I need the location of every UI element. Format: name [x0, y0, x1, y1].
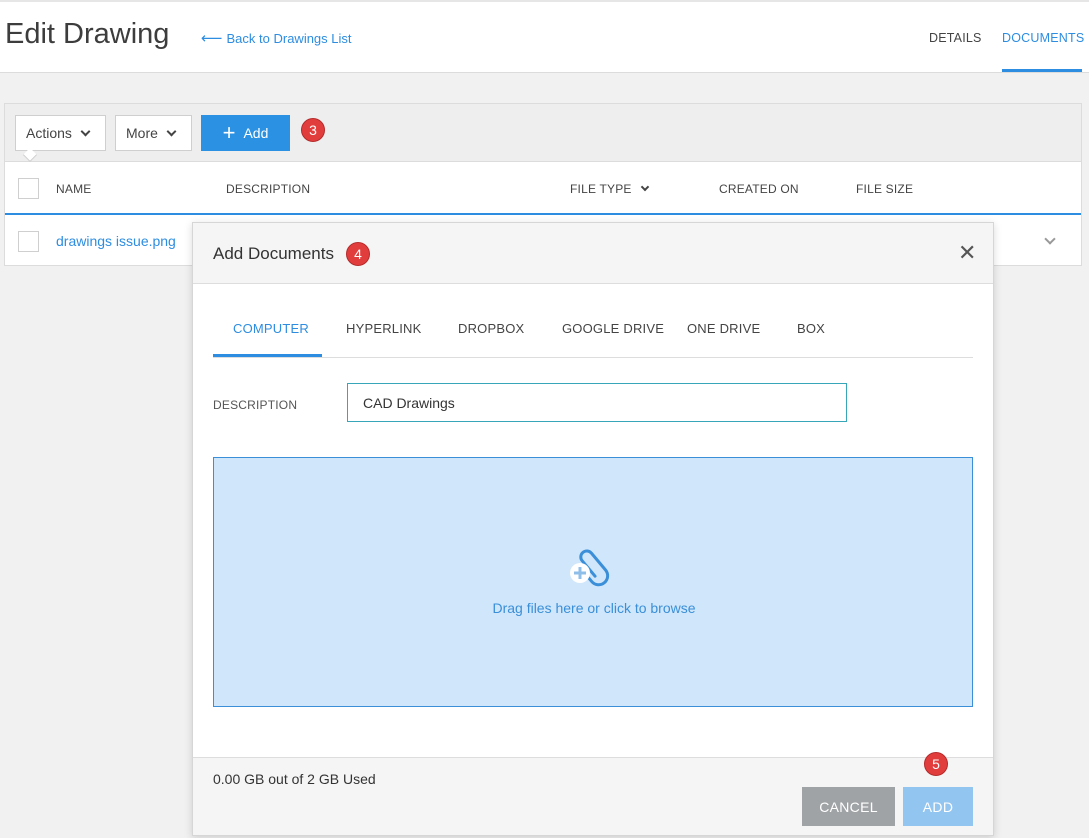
tab-documents[interactable]: DOCUMENTS	[1002, 31, 1084, 45]
document-name-link[interactable]: drawings issue.png	[56, 233, 176, 249]
col-created-on[interactable]: CREATED ON	[719, 182, 799, 196]
close-icon[interactable]: ✕	[958, 242, 976, 264]
step-badge-3: 3	[301, 118, 325, 142]
cancel-button[interactable]: CANCEL	[802, 787, 895, 826]
table-header: NAME DESCRIPTION FILE TYPE CREATED ON FI…	[5, 162, 1081, 215]
add-documents-modal: Add Documents 4 ✕ COMPUTER HYPERLINK DRO…	[192, 222, 994, 836]
active-tab-indicator	[213, 354, 322, 357]
page-header: Edit Drawing ⟵ Back to Drawings List DET…	[0, 0, 1089, 73]
modal-footer: 0.00 GB out of 2 GB Used 5 CANCEL ADD	[193, 752, 993, 835]
chevron-down-icon	[80, 126, 91, 136]
tab-hyperlink[interactable]: HYPERLINK	[346, 321, 422, 336]
back-link-label: Back to Drawings List	[226, 31, 352, 46]
plus-icon: +	[222, 120, 236, 145]
add-document-button[interactable]: + Add	[201, 115, 290, 151]
paperclip-plus-icon	[567, 544, 613, 595]
modal-header: Add Documents 4 ✕	[193, 223, 993, 284]
page-title: Edit Drawing	[5, 18, 170, 50]
tab-details[interactable]: DETAILS	[929, 31, 982, 45]
col-file-type-label: FILE TYPE	[570, 182, 632, 196]
dropzone-text: Drag files here or click to browse	[492, 600, 696, 616]
tab-box[interactable]: BOX	[797, 321, 825, 336]
select-all-checkbox[interactable]	[18, 178, 39, 199]
more-dropdown[interactable]: More	[115, 115, 192, 151]
tab-computer[interactable]: COMPUTER	[233, 321, 309, 336]
modal-title: Add Documents	[213, 244, 334, 263]
col-name[interactable]: NAME	[56, 182, 91, 196]
add-label: Add	[243, 125, 269, 141]
description-input[interactable]	[347, 383, 847, 422]
expand-chevron-icon[interactable]	[1044, 233, 1056, 245]
actions-label: Actions	[26, 125, 72, 141]
arrow-left-icon: ⟵	[201, 30, 223, 47]
tab-dropbox[interactable]: DROPBOX	[458, 321, 524, 336]
more-label: More	[126, 125, 158, 141]
active-tab-indicator	[1002, 69, 1082, 72]
col-file-type[interactable]: FILE TYPE	[570, 182, 649, 196]
step-badge-5: 5	[924, 752, 948, 776]
chevron-down-icon	[166, 126, 177, 136]
toolbar: Actions More + Add 3	[5, 104, 1081, 162]
col-description[interactable]: DESCRIPTION	[226, 182, 310, 196]
tab-google-drive[interactable]: GOOGLE DRIVE	[562, 321, 664, 336]
header-top-line	[0, 0, 1089, 2]
add-button[interactable]: ADD	[903, 787, 973, 826]
col-file-size[interactable]: FILE SIZE	[856, 182, 913, 196]
storage-usage: 0.00 GB out of 2 GB Used	[213, 771, 376, 787]
file-dropzone[interactable]: Drag files here or click to browse	[213, 457, 973, 707]
step-badge-4: 4	[346, 242, 370, 266]
actions-dropdown[interactable]: Actions	[15, 115, 106, 151]
source-tabs: COMPUTER HYPERLINK DROPBOX GOOGLE DRIVE …	[213, 319, 973, 358]
sort-chevron-icon	[640, 182, 649, 192]
row-checkbox[interactable]	[18, 231, 39, 252]
back-to-list-link[interactable]: ⟵ Back to Drawings List	[201, 31, 352, 46]
description-label: DESCRIPTION	[213, 398, 298, 412]
tab-one-drive[interactable]: ONE DRIVE	[687, 321, 760, 336]
